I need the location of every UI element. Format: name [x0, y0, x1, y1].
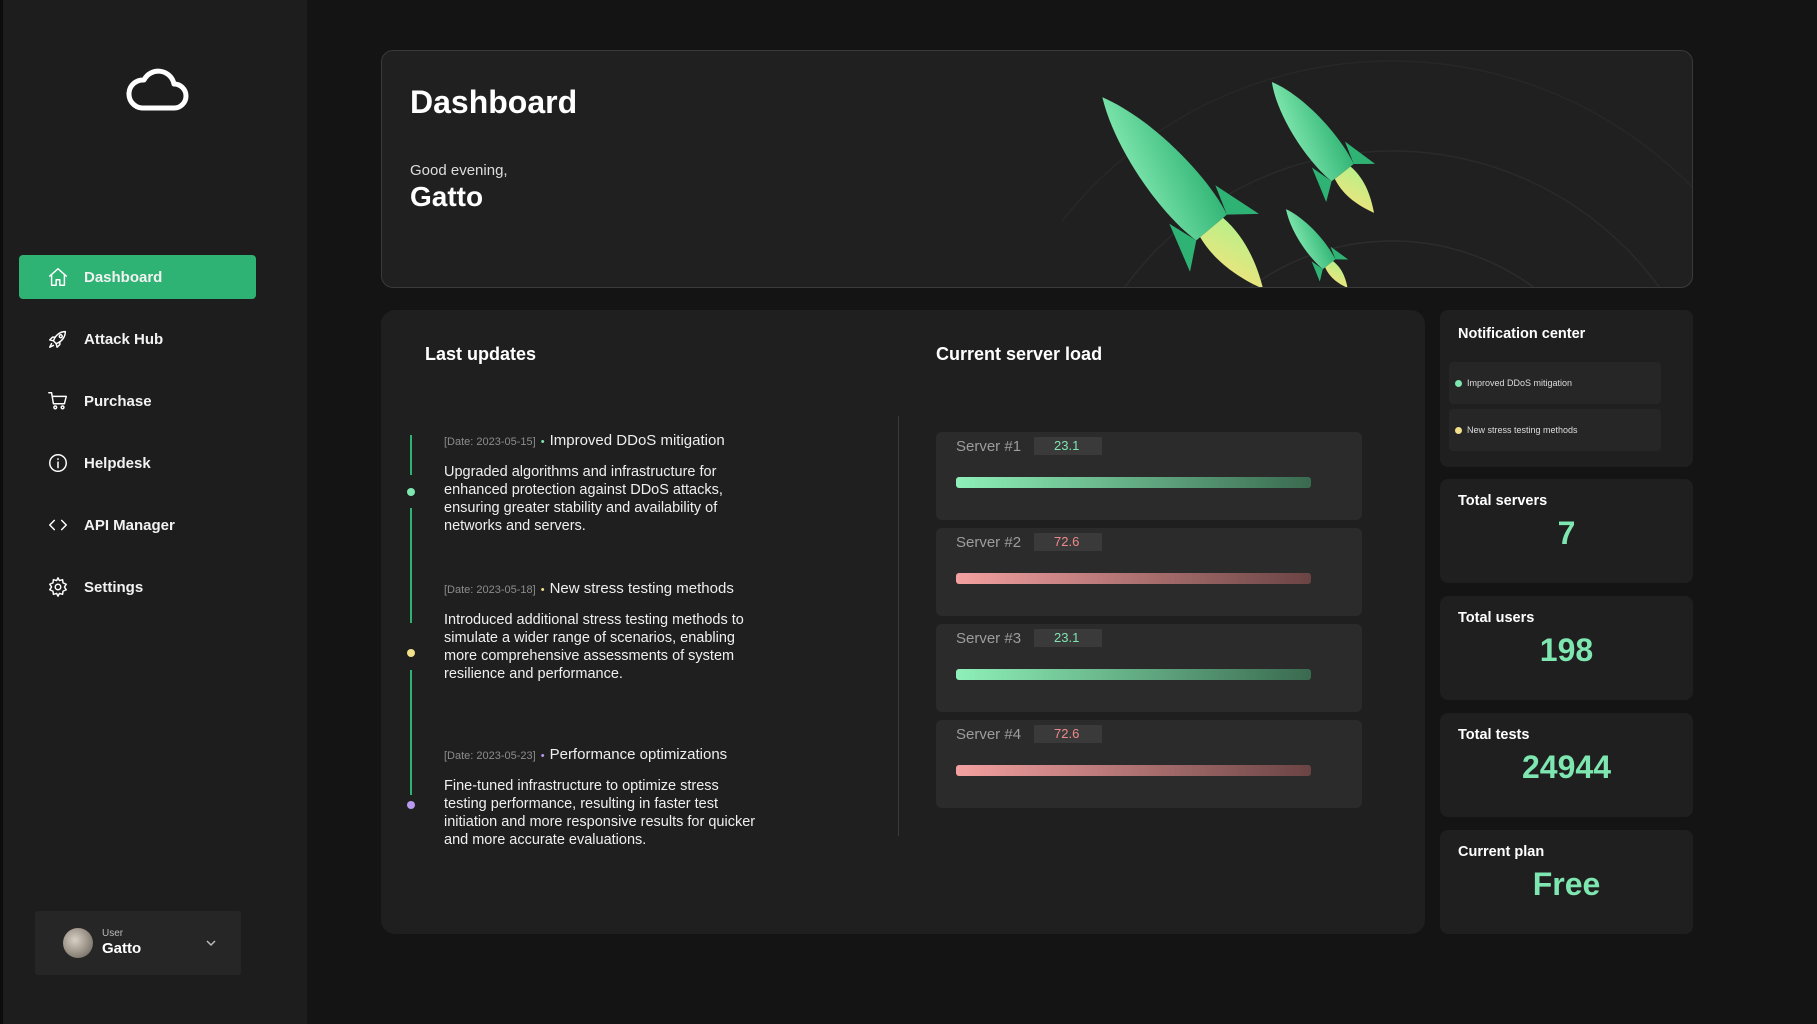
- server-load-value: 23.1: [1034, 629, 1102, 647]
- notification-text: Improved DDoS mitigation: [1467, 378, 1573, 388]
- server-load-bar: [956, 573, 1311, 584]
- stat-total-servers: Total servers 7: [1440, 479, 1693, 583]
- notification-text: New stress testing methods: [1467, 425, 1578, 435]
- notification-item[interactable]: Improved DDoS mitigation: [1449, 362, 1661, 404]
- rockets-illustration: [1062, 60, 1692, 287]
- stat-total-tests: Total tests 24944: [1440, 713, 1693, 817]
- sidebar-item-label: Settings: [84, 578, 144, 596]
- update-body: Upgraded algorithms and infrastructure f…: [444, 464, 723, 534]
- sidebar-item-attack-hub[interactable]: Attack Hub: [19, 317, 256, 361]
- update-body: Fine-tuned infrastructure to optimize st…: [444, 778, 756, 848]
- update-date: [Date: 2023-05-23]: [444, 750, 536, 762]
- sidebar-item-label: Purchase: [84, 392, 152, 410]
- sidebar-item-label: Helpdesk: [84, 454, 151, 472]
- sidebar-item-api-manager[interactable]: API Manager: [19, 503, 256, 547]
- server-name: Server #1: [956, 438, 1022, 455]
- sidebar-item-settings[interactable]: Settings: [19, 565, 256, 609]
- server-name: Server #4: [956, 726, 1022, 743]
- avatar: [63, 928, 93, 958]
- page-title: Dashboard: [410, 84, 578, 120]
- home-icon: [46, 265, 70, 289]
- sidebar-item-purchase[interactable]: Purchase: [19, 379, 256, 423]
- code-icon: [46, 513, 70, 537]
- cart-icon: [46, 389, 70, 413]
- sidebar: Dashboard Attack Hub Purchase Helpdesk A…: [0, 0, 307, 1024]
- sidebar-item-dashboard[interactable]: Dashboard: [19, 255, 256, 299]
- user-role: User: [102, 928, 124, 939]
- stat-value: Free: [1532, 866, 1601, 902]
- status-dot: [1455, 426, 1462, 434]
- update-title: Performance optimizations: [549, 746, 728, 763]
- notification-center: Notification center Improved DDoS mitiga…: [1440, 310, 1693, 467]
- updates-panel: Last updates Current server load [Date: …: [381, 310, 1425, 934]
- update-date: [Date: 2023-05-15]: [444, 436, 536, 448]
- divider: [898, 416, 899, 836]
- server-card: Server #2 72.6: [936, 528, 1362, 616]
- timeline-line: [410, 670, 412, 795]
- update-item: [Date: 2023-05-23] • Performance optimiz…: [444, 746, 764, 849]
- sidebar-item-label: Dashboard: [84, 268, 163, 286]
- notification-title: Notification center: [1458, 326, 1586, 342]
- updates-title: Last updates: [425, 344, 537, 364]
- update-bullet: •: [540, 436, 545, 448]
- gear-icon: [46, 575, 70, 599]
- cloud-icon[interactable]: [124, 60, 190, 116]
- server-load-value: 72.6: [1034, 533, 1102, 551]
- user-menu[interactable]: User Gatto: [35, 911, 241, 975]
- server-name: Server #2: [956, 534, 1022, 551]
- stat-value: 24944: [1522, 749, 1611, 785]
- stat-value: 7: [1557, 515, 1576, 551]
- server-load-title: Current server load: [936, 344, 1103, 364]
- update-body: Introduced additional stress testing met…: [444, 612, 744, 682]
- timeline-line: [410, 435, 412, 475]
- stat-current-plan: Current plan Free: [1440, 830, 1693, 934]
- stat-label: Total tests: [1458, 727, 1530, 743]
- timeline-dot: [407, 488, 415, 496]
- server-card: Server #4 72.6: [936, 720, 1362, 808]
- update-bullet: •: [540, 750, 545, 762]
- timeline-line: [410, 508, 412, 623]
- update-title: New stress testing methods: [549, 580, 734, 597]
- update-date: [Date: 2023-05-18]: [444, 584, 536, 596]
- timeline-dot: [407, 649, 415, 657]
- stat-label: Total servers: [1458, 493, 1548, 509]
- server-load-value: 23.1: [1034, 437, 1102, 455]
- server-name: Server #3: [956, 630, 1022, 647]
- greeting-name: Gatto: [410, 181, 484, 212]
- stat-label: Current plan: [1458, 844, 1545, 860]
- server-load-value: 72.6: [1034, 725, 1102, 743]
- notification-item[interactable]: New stress testing methods: [1449, 409, 1661, 451]
- greeting-text: Good evening,: [410, 162, 508, 179]
- sidebar-item-helpdesk[interactable]: Helpdesk: [19, 441, 256, 485]
- status-dot: [1455, 379, 1462, 387]
- server-card: Server #1 23.1: [936, 432, 1362, 520]
- server-load-bar: [956, 765, 1311, 776]
- sidebar-item-label: Attack Hub: [84, 330, 164, 348]
- rocket-icon: [46, 327, 70, 351]
- welcome-banner: Dashboard Good evening, Gatto: [381, 50, 1693, 288]
- server-load-bar: [956, 669, 1311, 680]
- server-load-bar: [956, 477, 1311, 488]
- update-item: [Date: 2023-05-15] • Improved DDoS mitig…: [444, 432, 764, 535]
- stat-value: 198: [1539, 632, 1594, 668]
- stat-label: Total users: [1458, 610, 1535, 626]
- timeline-dot: [407, 801, 415, 809]
- info-icon: [46, 451, 70, 475]
- chevron-down-icon[interactable]: [205, 937, 217, 949]
- update-title: Improved DDoS mitigation: [549, 432, 725, 449]
- sidebar-item-label: API Manager: [84, 516, 175, 534]
- update-bullet: •: [540, 584, 545, 596]
- user-name: Gatto: [102, 940, 142, 957]
- update-item: [Date: 2023-05-18] • New stress testing …: [444, 580, 764, 683]
- server-card: Server #3 23.1: [936, 624, 1362, 712]
- stat-total-users: Total users 198: [1440, 596, 1693, 700]
